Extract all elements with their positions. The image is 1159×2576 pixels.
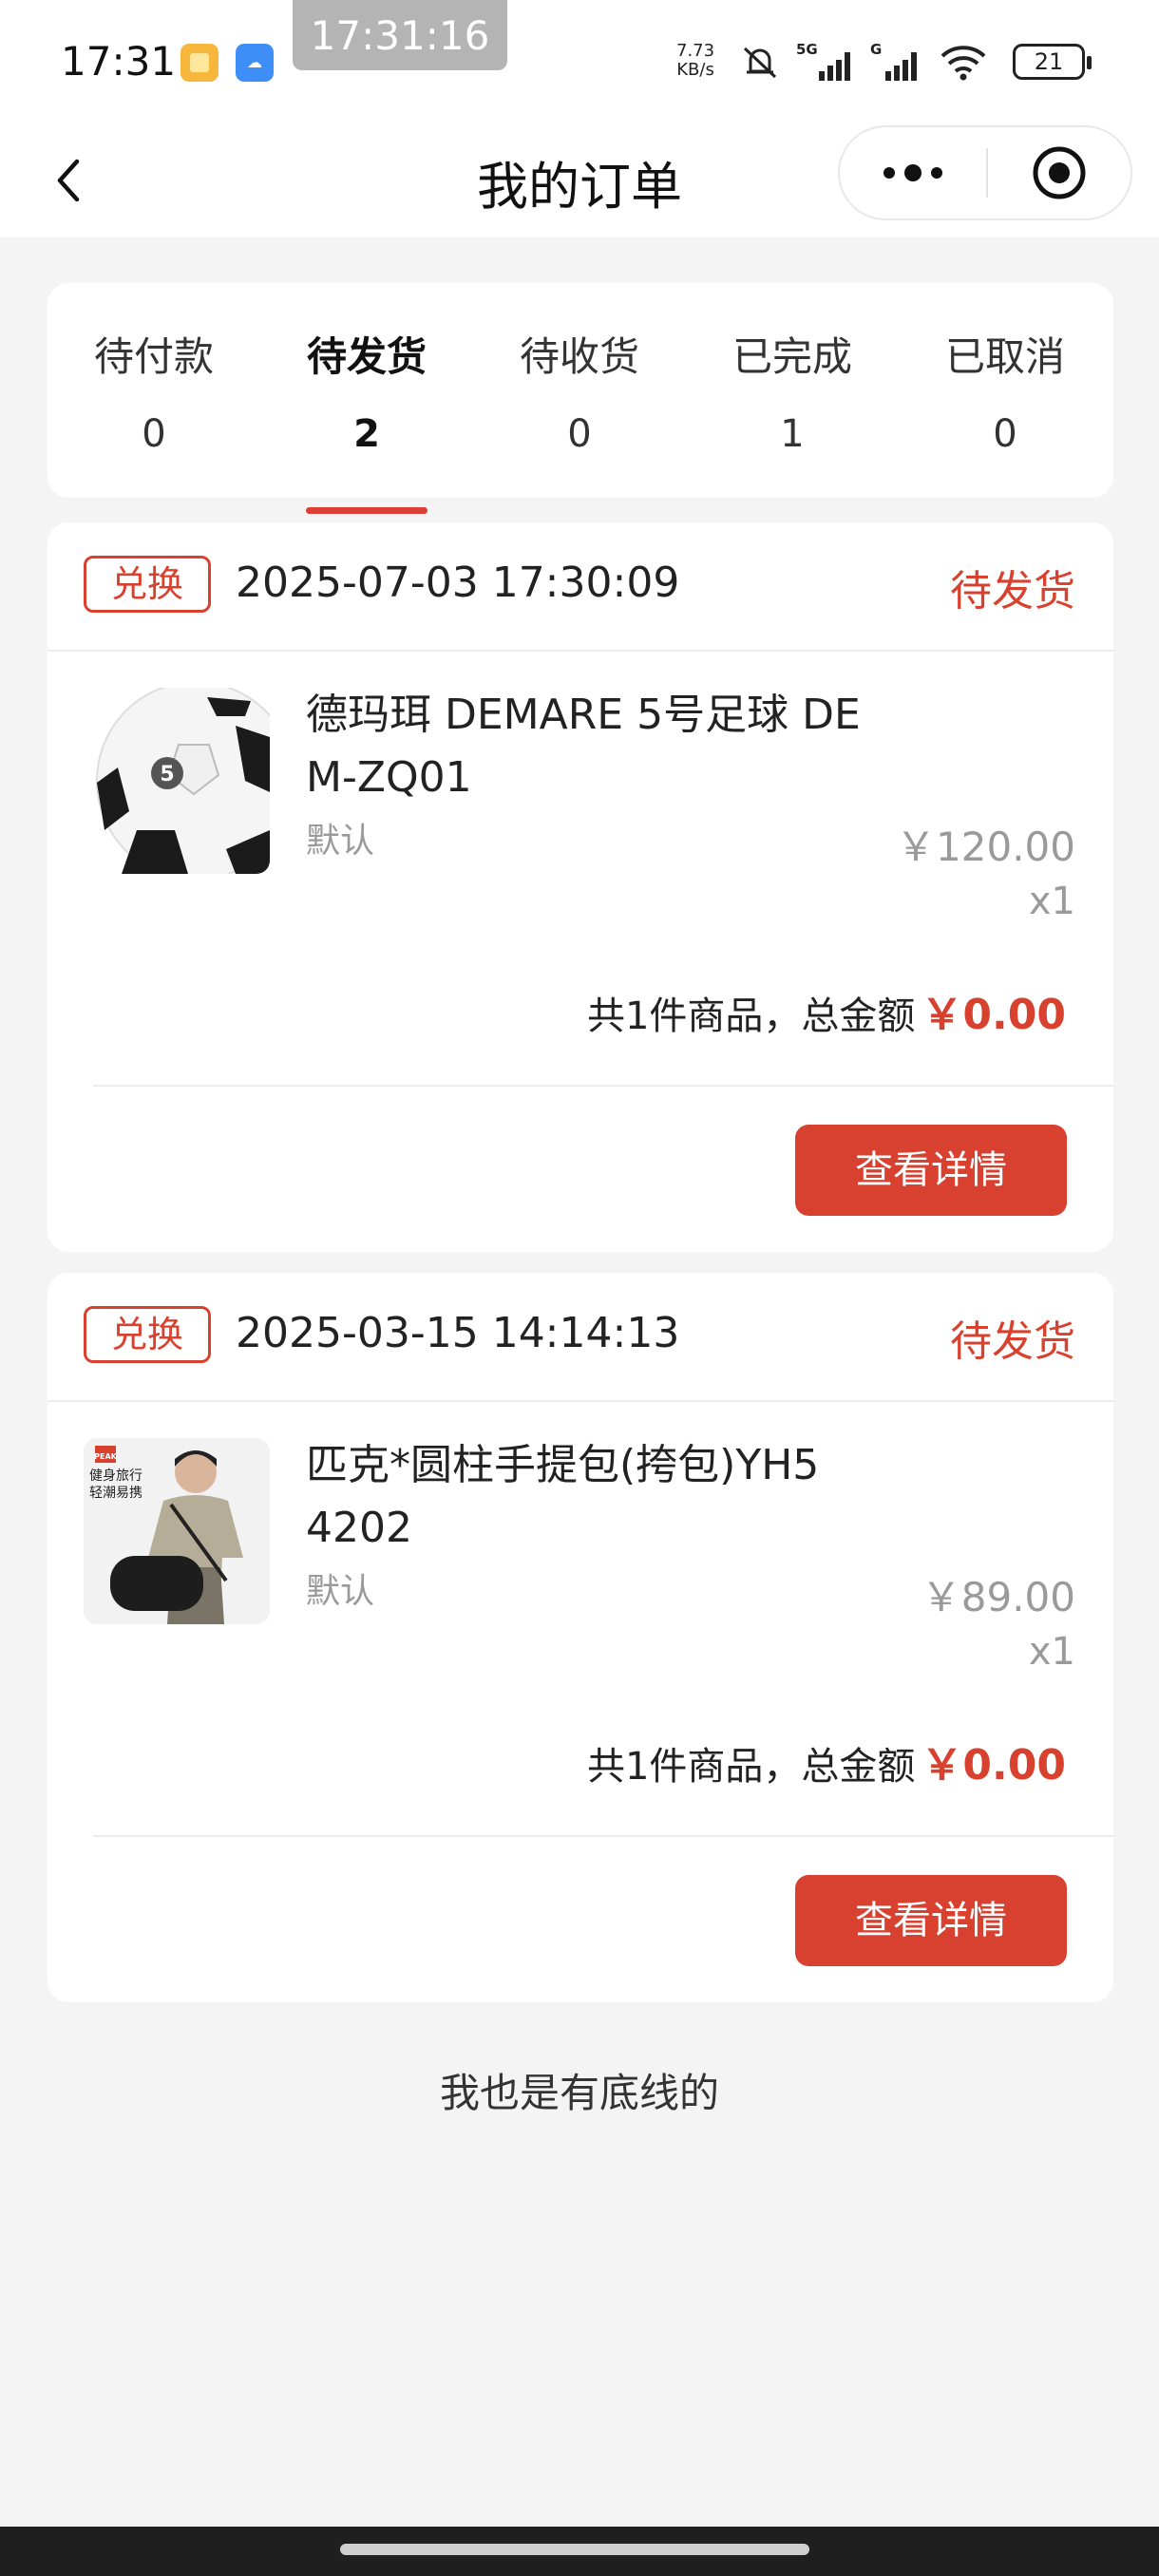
- screenshot-time-badge: 17:31:16: [293, 0, 507, 70]
- view-details-button[interactable]: 查看详情: [795, 1125, 1067, 1216]
- svg-text:G: G: [870, 41, 882, 58]
- mute-icon: [743, 47, 777, 79]
- order-tabs: 待付款 0 待发货 2 待收货 0 已完成 1 已取消 0: [48, 283, 1113, 498]
- product-name-line: 德玛珥 DEMARE 5号足球 DE: [306, 691, 861, 739]
- product-quantity: x1: [1028, 880, 1075, 923]
- wifi-icon: [940, 46, 986, 81]
- network-speed: 7.73 KB/s: [676, 42, 714, 80]
- order-type-badge: 兑换: [84, 556, 211, 613]
- product-spec: 默认: [306, 1572, 375, 1611]
- brand-logo-text: PEAK: [94, 1452, 118, 1461]
- product-name-line: M-ZQ01: [306, 753, 472, 802]
- status-icons: 5G G: [737, 38, 988, 85]
- tab-count: 0: [567, 412, 592, 456]
- tab-label: 已完成: [732, 333, 852, 380]
- product-image[interactable]: PEAK 健身旅行 轻潮易携: [84, 1438, 270, 1624]
- more-icon: [884, 164, 942, 181]
- svg-text:5G: 5G: [796, 41, 818, 58]
- active-tab-indicator: [306, 507, 428, 514]
- order-status: 待发货: [950, 567, 1075, 616]
- product-quantity: x1: [1028, 1630, 1075, 1674]
- image-caption: 轻潮易携: [89, 1486, 142, 1501]
- view-details-button[interactable]: 查看详情: [795, 1875, 1067, 1966]
- status-bar: 17:31 ☁ 17:31:16 7.73 KB/s 5G G 21: [0, 0, 1159, 123]
- tab-count: 0: [993, 412, 1017, 456]
- more-button[interactable]: [840, 127, 986, 218]
- network-speed-unit: KB/s: [676, 60, 714, 80]
- product-name[interactable]: 德玛珥 DEMARE 5号足球 DE M-ZQ01: [306, 684, 876, 809]
- tab-cancelled[interactable]: 已取消 0: [899, 283, 1112, 498]
- tab-count: 1: [780, 412, 805, 456]
- tab-pending-shipment[interactable]: 待发货 2: [260, 283, 473, 498]
- order-total: ￥0.00: [921, 1741, 1066, 1790]
- tab-count: 0: [142, 412, 166, 456]
- divider: [93, 1085, 1113, 1087]
- order-card: 兑换 2025-03-15 14:14:13 待发货 PEAK 健身旅行 轻潮易…: [48, 1273, 1113, 2002]
- order-summary: 共1件商品，总金额 ￥0.00: [587, 1731, 1066, 1791]
- order-header: 兑换 2025-07-03 17:30:09 待发货: [48, 522, 1113, 652]
- tab-count: 2: [353, 412, 380, 456]
- product-spec: 默认: [306, 822, 375, 861]
- order-total: ￥0.00: [921, 991, 1066, 1039]
- svg-text:5: 5: [160, 763, 174, 786]
- signal-5g-icon: 5G: [796, 41, 850, 81]
- mini-program-capsule: [838, 125, 1132, 220]
- summary-label: 共1件商品，总金额: [586, 994, 916, 1038]
- image-caption: 健身旅行: [89, 1468, 142, 1484]
- order-time: 2025-03-15 14:14:13: [236, 1309, 680, 1357]
- end-of-list-note: 我也是有底线的: [439, 2070, 719, 2116]
- product-name[interactable]: 匹克*圆柱手提包(挎包)YH5 4202: [306, 1434, 876, 1560]
- tab-label: 待收货: [519, 333, 639, 380]
- tab-pending-receipt[interactable]: 待收货 0: [473, 283, 686, 498]
- signal-g-icon: G: [870, 41, 917, 81]
- tab-label: 待付款: [93, 333, 214, 380]
- divider: [93, 1835, 1113, 1837]
- close-mini-program-button[interactable]: [988, 127, 1130, 218]
- target-icon: [1033, 146, 1086, 199]
- weather-app-icon: ☁: [236, 44, 274, 82]
- order-card: 兑换 2025-07-03 17:30:09 待发货 5 德玛珥 DEMARE …: [48, 522, 1113, 1252]
- status-time: 17:31: [61, 38, 177, 85]
- tab-label: 待发货: [306, 333, 427, 380]
- network-speed-value: 7.73: [676, 41, 715, 61]
- summary-label: 共1件商品，总金额: [586, 1745, 916, 1789]
- tab-pending-payment[interactable]: 待付款 0: [48, 283, 260, 498]
- product-name-line: 4202: [306, 1504, 412, 1552]
- product-price: ￥89.00: [921, 1574, 1075, 1620]
- gallery-app-icon: [180, 44, 218, 82]
- battery-icon: 21: [1013, 44, 1092, 80]
- soccer-ball-image: 5: [96, 688, 270, 874]
- product-image[interactable]: 5: [84, 688, 270, 874]
- nav-bar: 我的订单: [0, 123, 1159, 237]
- handbag-model-image: PEAK 健身旅行 轻潮易携: [84, 1438, 270, 1624]
- tab-completed[interactable]: 已完成 1: [686, 283, 899, 498]
- order-status: 待发货: [950, 1317, 1075, 1366]
- tab-label: 已取消: [944, 333, 1065, 380]
- order-type-badge: 兑换: [84, 1306, 211, 1363]
- order-summary: 共1件商品，总金额 ￥0.00: [587, 980, 1066, 1041]
- product-price: ￥120.00: [896, 824, 1075, 870]
- order-header: 兑换 2025-03-15 14:14:13 待发货: [48, 1273, 1113, 1402]
- order-time: 2025-07-03 17:30:09: [236, 559, 680, 607]
- product-name-line: 匹克*圆柱手提包(挎包)YH5: [306, 1441, 820, 1489]
- gesture-navigation-bar: [0, 2527, 1159, 2576]
- home-indicator[interactable]: [340, 2544, 809, 2555]
